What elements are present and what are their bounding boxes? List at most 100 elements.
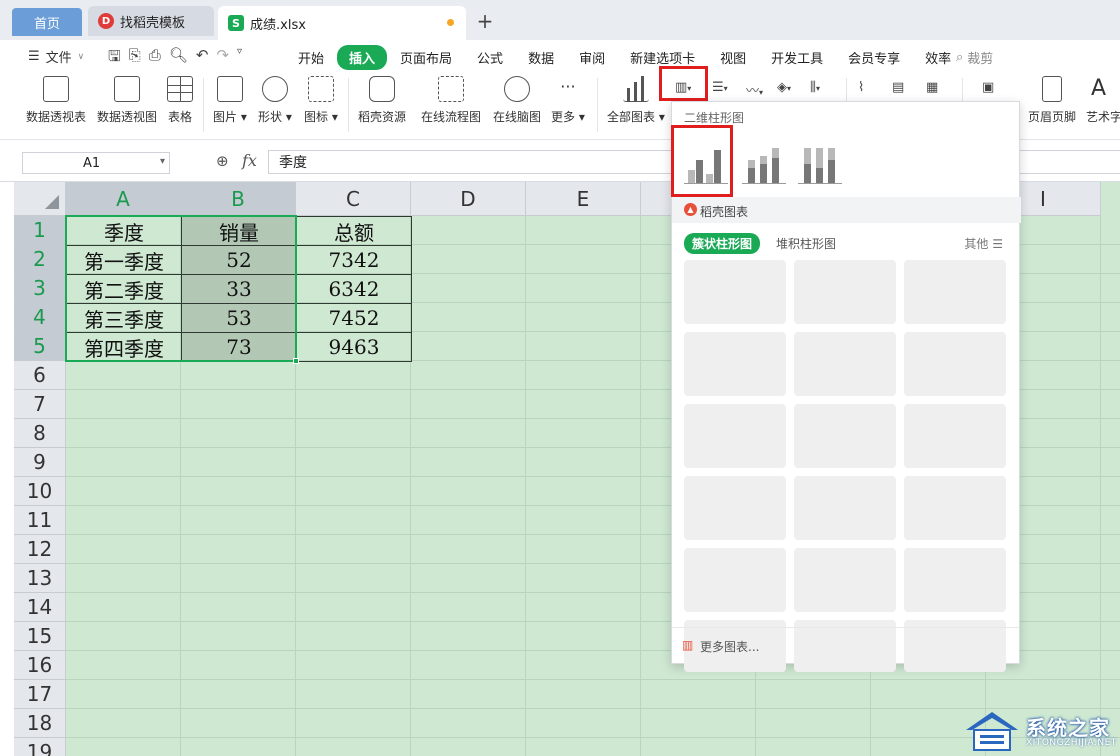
row-header-8[interactable]: 8 bbox=[14, 419, 66, 448]
customize-icon[interactable]: ▿ bbox=[237, 46, 242, 71]
pivot-table-button[interactable]: 数据透视表 bbox=[26, 76, 86, 125]
search-command[interactable]: ⌕ 裁剪 bbox=[956, 48, 993, 67]
tab-start[interactable]: 开始 bbox=[286, 45, 336, 70]
row-header-18[interactable]: 18 bbox=[14, 709, 66, 738]
chart-template-thumb[interactable] bbox=[904, 548, 1006, 612]
tab-spreadsheet[interactable]: S 成绩.xlsx bbox=[218, 6, 466, 40]
row-header-5[interactable]: 5 bbox=[14, 332, 66, 361]
selection-outline bbox=[65, 215, 297, 362]
chart-template-thumb[interactable] bbox=[794, 332, 896, 396]
file-menu[interactable]: ☰ 文件 ∨ bbox=[28, 47, 84, 66]
sparkline-column-button[interactable]: ▤ bbox=[892, 80, 904, 95]
row-header-16[interactable]: 16 bbox=[14, 651, 66, 680]
word-art-button[interactable]: A 艺术字 bbox=[1086, 76, 1120, 125]
tab-data[interactable]: 数据 bbox=[516, 45, 566, 70]
row-header-4[interactable]: 4 bbox=[14, 303, 66, 332]
online-mindmap-button[interactable]: 在线脑图 bbox=[493, 76, 541, 125]
tab-home[interactable]: 首页 bbox=[12, 8, 82, 36]
menu-bar: ☰ 文件 ∨ 🖫 ⎘ ⎙ 🔍︎ ↶ ↷ ▿ 开始 插入 页面布局 公式 数据 审… bbox=[0, 40, 1120, 72]
tab-view[interactable]: 视图 bbox=[708, 45, 758, 70]
column-header-e[interactable]: E bbox=[526, 182, 641, 216]
column-header-c[interactable]: C bbox=[296, 182, 411, 216]
chart-template-thumb[interactable] bbox=[684, 332, 786, 396]
online-flowchart-button[interactable]: 在线流程图 bbox=[421, 76, 481, 125]
sparkline-line-button[interactable]: ⌇ bbox=[858, 80, 864, 95]
stacked-column-option[interactable] bbox=[742, 144, 788, 184]
row-header-1[interactable]: 1 bbox=[14, 216, 66, 245]
chart-template-thumb[interactable] bbox=[794, 476, 896, 540]
new-tab-button[interactable]: + bbox=[472, 8, 498, 34]
row-header-9[interactable]: 9 bbox=[14, 448, 66, 477]
tab-member[interactable]: 会员专享 bbox=[836, 45, 912, 70]
cell-c3[interactable]: 6342 bbox=[296, 274, 412, 304]
line-chart-dropdown[interactable]: 〰▾ bbox=[746, 80, 763, 99]
bar-chart-dropdown[interactable]: ☰▾ bbox=[712, 80, 728, 95]
column-header-d[interactable]: D bbox=[411, 182, 526, 216]
cell-c4[interactable]: 7452 bbox=[296, 303, 412, 333]
row-header-13[interactable]: 13 bbox=[14, 564, 66, 593]
save-icon[interactable]: 🖫 bbox=[108, 46, 121, 71]
select-all-corner[interactable] bbox=[14, 182, 66, 216]
other-charts-link[interactable]: 其他 ☰ bbox=[964, 235, 1003, 252]
row-header-19[interactable]: 19 bbox=[14, 738, 66, 756]
all-charts-button[interactable]: 全部图表 ▾ bbox=[607, 76, 665, 125]
chart-template-thumb[interactable] bbox=[904, 404, 1006, 468]
table-button[interactable]: 表格 bbox=[167, 76, 193, 125]
chart-template-thumb[interactable] bbox=[684, 260, 786, 324]
row-header-3[interactable]: 3 bbox=[14, 274, 66, 303]
row-header-12[interactable]: 12 bbox=[14, 535, 66, 564]
row-header-7[interactable]: 7 bbox=[14, 390, 66, 419]
fx-icon[interactable]: fx bbox=[242, 151, 257, 170]
picture-button[interactable]: 图片 ▾ bbox=[213, 76, 247, 125]
subtab-stacked-column[interactable]: 堆积柱形图 bbox=[768, 233, 844, 254]
chart-template-thumb[interactable] bbox=[904, 332, 1006, 396]
textbox-button[interactable]: ▣ bbox=[982, 80, 994, 95]
tab-template[interactable]: D 找稻壳模板 bbox=[88, 6, 214, 36]
row-header-17[interactable]: 17 bbox=[14, 680, 66, 709]
more-charts-footer[interactable]: ▥ 更多图表... bbox=[672, 627, 1019, 663]
sparkline-winloss-button[interactable]: ▦ bbox=[926, 80, 938, 95]
row-header-14[interactable]: 14 bbox=[14, 593, 66, 622]
shape-button[interactable]: 形状 ▾ bbox=[258, 76, 292, 125]
row-header-6[interactable]: 6 bbox=[14, 361, 66, 390]
chart-template-thumb[interactable] bbox=[684, 476, 786, 540]
zoom-icon[interactable]: ⊕ bbox=[216, 152, 229, 170]
chart-template-thumb[interactable] bbox=[684, 404, 786, 468]
cell-c2[interactable]: 7342 bbox=[296, 245, 412, 275]
header-footer-button[interactable]: 页眉页脚 bbox=[1028, 76, 1076, 125]
column-header-b[interactable]: B bbox=[181, 182, 296, 216]
chart-template-thumb[interactable] bbox=[684, 548, 786, 612]
chart-template-thumb[interactable] bbox=[794, 260, 896, 324]
print-icon[interactable]: ⎙ bbox=[149, 46, 161, 71]
undo-icon[interactable]: ↶ bbox=[196, 46, 209, 71]
tab-developer[interactable]: 开发工具 bbox=[759, 45, 835, 70]
subtab-clustered-column[interactable]: 簇状柱形图 bbox=[684, 233, 761, 254]
redo-icon[interactable]: ↷ bbox=[216, 46, 229, 71]
docer-resources-button[interactable]: 稻壳资源 bbox=[358, 76, 406, 125]
cell-c5[interactable]: 9463 bbox=[296, 332, 412, 362]
tab-formula[interactable]: 公式 bbox=[465, 45, 515, 70]
stock-chart-dropdown[interactable]: ⫼▾ bbox=[810, 80, 820, 95]
more-button[interactable]: ··· 更多 ▾ bbox=[551, 76, 585, 125]
row-header-15[interactable]: 15 bbox=[14, 622, 66, 651]
row-header-10[interactable]: 10 bbox=[14, 477, 66, 506]
row-header-11[interactable]: 11 bbox=[14, 506, 66, 535]
chart-template-thumb[interactable] bbox=[904, 476, 1006, 540]
cell-c1[interactable]: 总额 bbox=[296, 216, 412, 246]
tab-insert[interactable]: 插入 bbox=[337, 45, 388, 70]
chart-template-thumb[interactable] bbox=[794, 548, 896, 612]
pivot-chart-button[interactable]: 数据透视图 bbox=[97, 76, 157, 125]
pie-chart-dropdown[interactable]: ◈▾ bbox=[777, 80, 791, 95]
chart-template-thumb[interactable] bbox=[904, 260, 1006, 324]
print-preview-icon[interactable]: 🔍︎ bbox=[169, 46, 188, 71]
icon-button[interactable]: 图标 ▾ bbox=[304, 76, 338, 125]
export-icon[interactable]: ⎘ bbox=[129, 46, 141, 71]
tab-page-layout[interactable]: 页面布局 bbox=[388, 45, 464, 70]
row-header-2[interactable]: 2 bbox=[14, 245, 66, 274]
percent-stacked-column-option[interactable] bbox=[798, 144, 844, 184]
column-header-a[interactable]: A bbox=[66, 182, 181, 216]
tab-review[interactable]: 审阅 bbox=[567, 45, 617, 70]
chart-template-thumb[interactable] bbox=[794, 404, 896, 468]
name-box[interactable]: A1 ▾ bbox=[22, 152, 170, 174]
fill-handle[interactable] bbox=[293, 358, 299, 364]
